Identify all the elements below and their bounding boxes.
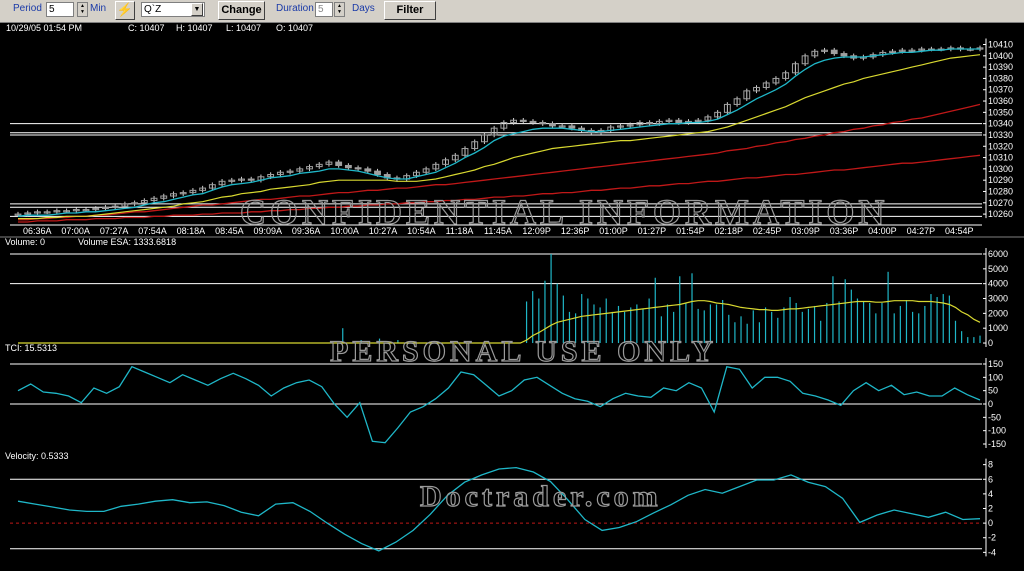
time-tick-label: 07:00A [61, 226, 90, 236]
price-tick-label: 10370 [988, 85, 1013, 95]
candle [364, 168, 372, 172]
filter-button[interactable]: Filter [384, 1, 436, 20]
volume-esa-label: Volume ESA: 1333.6818 [78, 237, 176, 247]
price-tick-label: 10350 [988, 107, 1013, 117]
min-label: Min [90, 3, 107, 14]
price-tick-label: 10410 [988, 40, 1013, 50]
period-spinner[interactable]: ▲ ▼ [77, 2, 88, 17]
candle [344, 164, 352, 169]
candle [675, 119, 683, 124]
tci-tick-label: 0 [988, 399, 993, 409]
price-tick-label: 10340 [988, 119, 1013, 129]
toolbar: Period 5 ▲ ▼ Min ⚡ Q`Z ▼ Change Duration … [0, 0, 1024, 23]
watermark-confidential: CONFIDENTIAL INFORMATION [240, 192, 888, 232]
price-tick-label: 10380 [988, 73, 1013, 83]
velocity-tick-label: 4 [988, 489, 993, 499]
price-tick-label: 10310 [988, 153, 1013, 163]
candle [840, 53, 848, 57]
candle [549, 123, 556, 127]
candle [539, 122, 547, 125]
time-tick-label: 08:18A [177, 226, 206, 236]
price-tick-label: 10300 [988, 164, 1013, 174]
candle [529, 120, 537, 124]
candle [335, 161, 343, 166]
time-tick-label: 07:27A [100, 226, 129, 236]
candle [568, 125, 576, 129]
tci-tick-label: -150 [988, 439, 1006, 449]
duration-spinner[interactable]: ▲ ▼ [334, 2, 345, 17]
volume-panel: 6000 5000 4000 3000 2000 1000 0 [10, 248, 1008, 348]
candle [247, 178, 255, 181]
candle [830, 49, 838, 55]
period-label: Period [13, 3, 42, 14]
tci-line [17, 365, 981, 444]
price-tick-label: 10290 [988, 175, 1013, 185]
bar-low: L: 10407 [226, 23, 261, 33]
time-tick-label: 06:36A [23, 226, 52, 236]
candle [374, 170, 381, 176]
volume-tick-label: 0 [988, 338, 993, 348]
time-tick-label: 07:54A [138, 226, 167, 236]
period-input[interactable]: 5 [46, 2, 74, 17]
velocity-tick-label: 0 [988, 518, 993, 528]
price-tick-label: 10360 [988, 96, 1013, 106]
tci-tick-label: -100 [988, 426, 1006, 436]
volume-tick-label: 5000 [988, 264, 1008, 274]
velocity-tick-label: 8 [988, 460, 993, 470]
volume-label: Volume: 0 [5, 237, 45, 247]
price-tick-label: 10320 [988, 141, 1013, 151]
velocity-label: Velocity: 0.5333 [5, 451, 69, 461]
price-tick-label: 10260 [988, 209, 1013, 219]
days-label: Days [352, 3, 375, 14]
change-button[interactable]: Change [218, 1, 265, 20]
volume-tick-label: 3000 [988, 294, 1008, 304]
watermark-doctrader: Doctrader.com [420, 480, 662, 513]
volume-tick-label: 6000 [988, 249, 1008, 259]
velocity-tick-label: -2 [988, 533, 996, 543]
watermark-personal-use: PERSONAL USE ONLY [330, 335, 717, 368]
volume-tick-label: 4000 [988, 279, 1008, 289]
price-tick-label: 10270 [988, 198, 1013, 208]
volume-tick-label: 1000 [988, 323, 1008, 333]
tci-tick-label: 150 [988, 359, 1003, 369]
chart-area: 10/29/05 01:54 PM C: 10407 H: 10407 L: 1… [0, 23, 1024, 557]
time-tick-label: 04:54P [945, 226, 974, 236]
tci-panel: 150 100 50 0 -50 -100 -150 [10, 358, 1006, 449]
bar-close: C: 10407 [128, 23, 165, 33]
bar-datetime: 10/29/05 01:54 PM [6, 23, 82, 33]
candle [519, 119, 527, 122]
tci-tick-label: 100 [988, 372, 1003, 382]
candle [646, 122, 654, 125]
time-tick-label: 04:27P [907, 226, 936, 236]
price-tick-label: 10390 [988, 62, 1013, 72]
tci-tick-label: 50 [988, 386, 998, 396]
duration-input[interactable]: 5 [315, 2, 333, 17]
price-tick-label: 10280 [988, 186, 1013, 196]
velocity-tick-label: 2 [988, 504, 993, 514]
volume-tick-label: 2000 [988, 308, 1008, 318]
tci-tick-label: -50 [988, 412, 1001, 422]
bar-high: H: 10407 [176, 23, 213, 33]
velocity-tick-label: 6 [988, 474, 993, 484]
lightning-icon[interactable]: ⚡ [115, 1, 135, 20]
chevron-down-icon[interactable]: ▼ [191, 3, 203, 16]
bar-open: O: 10407 [276, 23, 313, 33]
duration-label: Duration [276, 3, 314, 14]
price-tick-label: 10400 [988, 51, 1013, 61]
price-tick-label: 10330 [988, 130, 1013, 140]
candle [354, 167, 362, 170]
velocity-tick-label: -4 [988, 547, 996, 557]
tci-label: TCI: 15.5313 [5, 343, 57, 353]
